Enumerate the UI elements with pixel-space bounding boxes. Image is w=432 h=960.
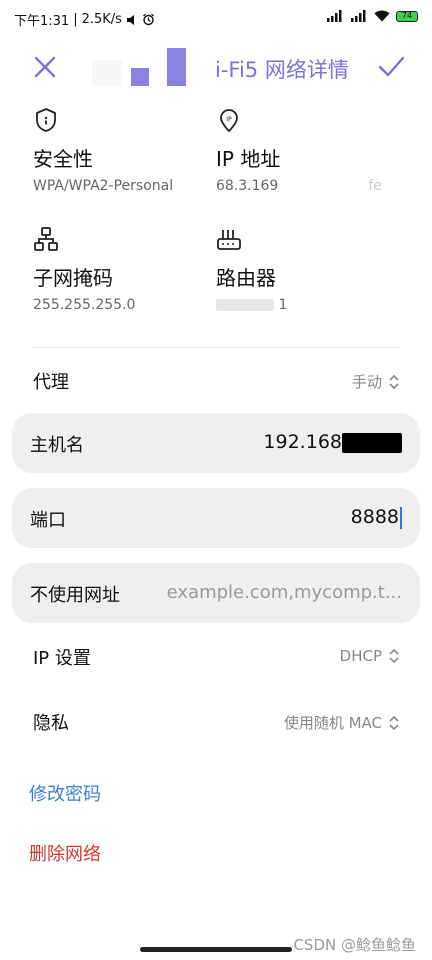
text-caret: [400, 506, 402, 529]
proxy-value: 手动: [351, 373, 382, 391]
chevron-updown-icon: [389, 648, 399, 664]
ip-address-detail: IP IP 地址 68.3.169 fe: [216, 107, 416, 194]
chevron-updown-icon: [389, 715, 399, 730]
privacy-selector[interactable]: 使用随机 MAC: [284, 712, 400, 733]
status-left: 下午1:31 | 2.5K/s: [14, 10, 155, 29]
hostname-redaction: [342, 432, 402, 453]
hostname-field[interactable]: 主机名 192.168: [12, 413, 420, 473]
router-redaction: [216, 299, 274, 311]
port-value: 8888: [350, 506, 399, 528]
security-detail: 安全性 WPA/WPA2-Personal: [33, 107, 223, 194]
privacy-row[interactable]: 隐私 使用随机 MAC: [12, 692, 420, 750]
alarm-icon: [143, 13, 154, 26]
hostname-input[interactable]: 192.168: [263, 431, 402, 453]
subnet-label: 子网掩码: [33, 266, 113, 290]
status-right: 74: [326, 10, 418, 22]
port-field[interactable]: 端口 8888: [12, 488, 420, 548]
hostname-label: 主机名: [30, 435, 84, 456]
ip-address-value: 68.3.169 fe: [216, 178, 416, 194]
title-obscured-block: [167, 48, 186, 86]
subnet-detail: 子网掩码 255.255.255.0: [33, 226, 223, 313]
check-icon[interactable]: [376, 52, 406, 82]
security-label: 安全性: [33, 147, 93, 171]
status-separator: |: [73, 12, 78, 27]
modify-password-link[interactable]: 修改密码: [29, 780, 101, 806]
watermark-text: CSDN @鲶鱼鲶鱼: [293, 936, 416, 954]
bypass-field[interactable]: 不使用网址 example.com,mycomp.t...: [12, 563, 420, 623]
status-bar: 下午1:31 | 2.5K/s 74: [0, 0, 432, 36]
security-value: WPA/WPA2-Personal: [33, 178, 174, 194]
cellular-signal-2-icon: [351, 10, 366, 22]
svg-text:IP: IP: [226, 116, 232, 123]
privacy-value: 使用随机 MAC: [283, 714, 382, 732]
ip-settings-selector[interactable]: DHCP: [340, 647, 400, 665]
mute-icon: [126, 14, 134, 25]
page-title: i-Fi5 网络详情: [215, 58, 349, 82]
router-label: 路由器: [216, 266, 276, 290]
ip-pin-icon: IP: [220, 109, 238, 133]
delete-network-link[interactable]: 删除网络: [29, 840, 101, 866]
proxy-selector[interactable]: 手动: [352, 371, 400, 392]
section-divider: [32, 347, 400, 348]
proxy-row[interactable]: 代理 手动: [12, 351, 420, 409]
ip-settings-label: IP 设置: [33, 648, 91, 669]
bypass-input[interactable]: example.com,mycomp.t...: [167, 582, 402, 603]
ip-settings-row[interactable]: IP 设置 DHCP: [12, 627, 420, 685]
port-label: 端口: [30, 510, 66, 531]
title-obscured-block: [131, 68, 149, 86]
network-topology-icon: [34, 227, 58, 251]
title-blur-block: [92, 60, 122, 86]
close-icon[interactable]: [30, 52, 60, 82]
router-value: 1: [216, 297, 406, 313]
home-indicator[interactable]: [140, 947, 292, 952]
network-speed-text: 2.5K/s: [81, 12, 122, 27]
ip-address-label: IP 地址: [216, 147, 281, 171]
bypass-label: 不使用网址: [30, 585, 120, 606]
cellular-signal-icon: [327, 10, 342, 22]
title-bar: i-Fi5 网络详情: [0, 40, 432, 96]
port-input[interactable]: 8888: [351, 506, 402, 529]
wifi-icon: [374, 10, 390, 22]
subnet-value: 255.255.255.0: [33, 297, 136, 313]
ip-settings-value: DHCP: [339, 647, 382, 665]
clock-text: 下午1:31: [14, 14, 70, 29]
ip-address-extra: fe: [368, 178, 382, 194]
hostname-value: 192.168: [263, 431, 342, 453]
proxy-label: 代理: [33, 372, 69, 393]
router-detail: 路由器 1: [216, 226, 406, 313]
shield-icon: [36, 108, 56, 132]
privacy-label: 隐私: [33, 713, 69, 734]
ip-address-text: 68.3.169: [216, 178, 279, 194]
router-icon: [217, 230, 241, 250]
chevron-updown-icon: [389, 374, 399, 389]
router-value-text: 1: [278, 297, 288, 313]
battery-icon: 74: [396, 10, 418, 22]
